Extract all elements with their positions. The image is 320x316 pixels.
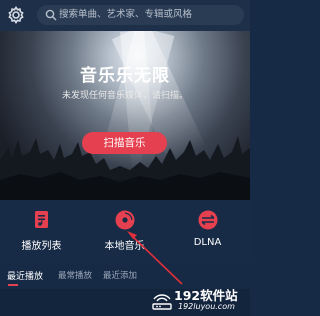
site-watermark: 192软件站 192luyou.com — [150, 283, 250, 316]
local-music-button[interactable]: 本地音乐 — [83, 200, 166, 263]
hero-banner: 音乐乐无限 未发现任何音乐媒体，请扫描。 扫描音乐 — [0, 31, 250, 200]
playlist-button[interactable]: 播放列表 — [0, 200, 83, 263]
search-placeholder: 搜索单曲、艺术家、专辑或风格 — [59, 9, 193, 20]
tab-most-played[interactable]: 最常播放 — [58, 269, 92, 281]
playlist-icon — [34, 211, 48, 228]
local-music-label: 本地音乐 — [104, 241, 145, 252]
gear-icon[interactable] — [6, 5, 26, 25]
disc-icon — [115, 210, 134, 230]
hero-subtitle: 未发现任何音乐媒体，请扫描。 — [61, 91, 188, 101]
playlist-label: 播放列表 — [21, 241, 62, 252]
tab-recent-played[interactable]: 最近播放 — [7, 269, 43, 282]
feature-row: 播放列表 本地音乐 DLNA — [0, 200, 250, 263]
router-logo-icon — [152, 294, 172, 310]
dlna-button[interactable]: DLNA — [166, 200, 249, 263]
scan-music-button[interactable]: 扫描音乐 — [82, 132, 167, 154]
watermark-url: 192luyou.com — [178, 302, 235, 311]
search-input[interactable]: 搜索单曲、艺术家、专辑或风格 — [37, 5, 244, 25]
dlna-icon — [198, 210, 217, 230]
hero-title: 音乐乐无限 — [80, 66, 170, 86]
active-tab-indicator — [8, 284, 18, 286]
search-icon — [45, 9, 57, 21]
dlna-label: DLNA — [193, 237, 222, 248]
tab-recently-added[interactable]: 最近添加 — [103, 269, 137, 281]
top-bar: 搜索单曲、艺术家、专辑或风格 — [0, 0, 250, 31]
